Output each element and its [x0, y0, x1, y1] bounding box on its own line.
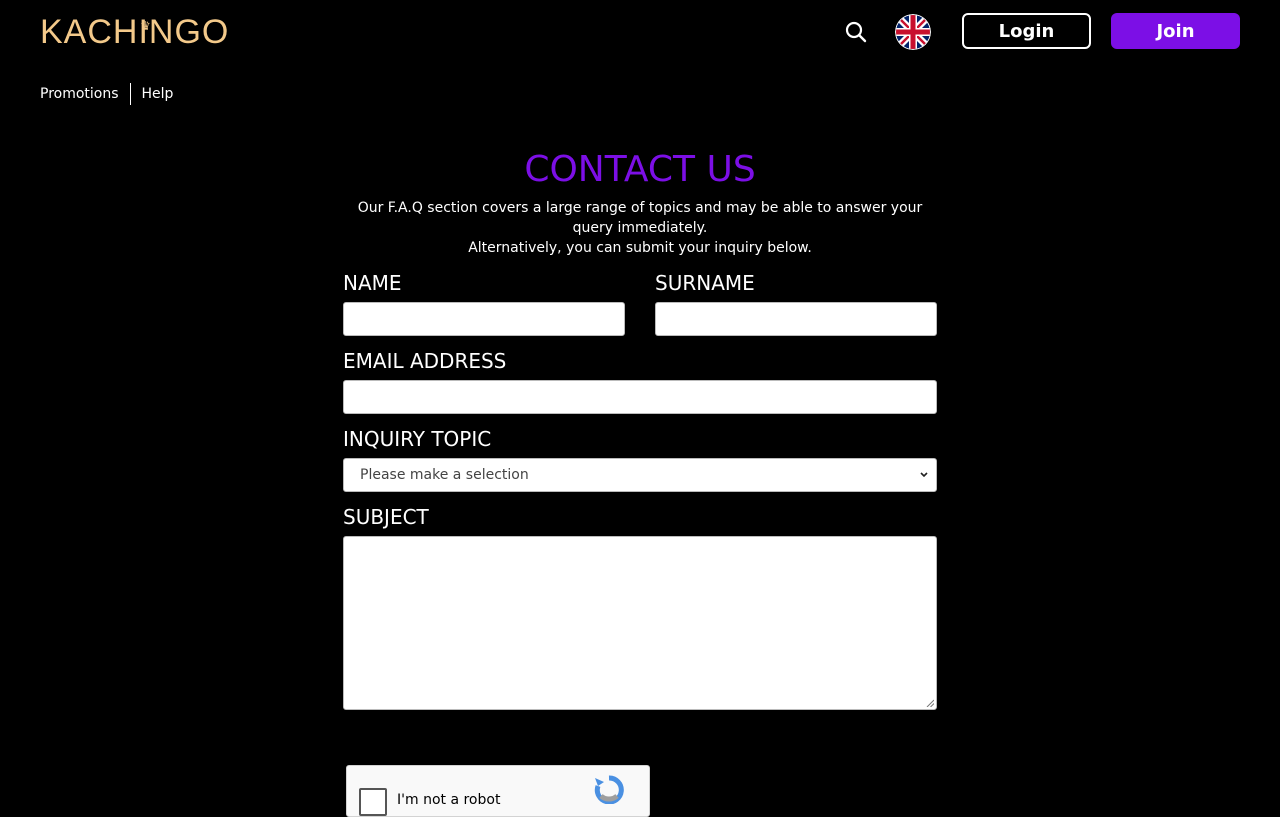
- nav-item-help[interactable]: Help: [142, 86, 174, 102]
- brand-name: KACHINGO: [40, 13, 230, 51]
- subject-label: SUBJECT: [343, 505, 429, 529]
- nav-divider: [129, 83, 131, 105]
- brand-logo[interactable]: KACHINGO ♛: [40, 12, 229, 52]
- language-selector[interactable]: [895, 14, 931, 50]
- login-button[interactable]: Login: [962, 13, 1091, 49]
- topic-label: INQUIRY TOPIC: [343, 427, 492, 451]
- uk-flag-icon: [895, 14, 931, 50]
- page-title: CONTACT US: [524, 149, 756, 190]
- topic-field-group: INQUIRY TOPIC Please make a selection: [343, 426, 937, 492]
- email-input[interactable]: [343, 380, 937, 414]
- email-field-group: EMAIL ADDRESS: [343, 348, 937, 414]
- sub-navigation: Promotions Help: [40, 83, 174, 105]
- subject-textarea[interactable]: [343, 536, 937, 710]
- join-button[interactable]: Join: [1111, 13, 1240, 49]
- surname-input[interactable]: [655, 302, 937, 336]
- nav-item-promotions[interactable]: Promotions: [40, 86, 119, 102]
- topic-select[interactable]: Please make a selection: [343, 458, 937, 492]
- surname-field-group: SURNAME: [655, 270, 937, 336]
- resize-handle-icon[interactable]: [926, 699, 934, 707]
- subject-field-group: SUBJECT: [343, 504, 937, 710]
- name-field-group: NAME: [343, 270, 625, 336]
- intro-line-1: Our F.A.Q section covers a large range o…: [357, 200, 923, 236]
- name-input[interactable]: [343, 302, 625, 336]
- chevron-down-icon: [920, 472, 928, 478]
- email-label: EMAIL ADDRESS: [343, 349, 507, 373]
- contact-form-section: CONTACT US Our F.A.Q section covers a la…: [343, 148, 937, 710]
- intro-line-2: Alternatively, you can submit your inqui…: [468, 240, 812, 256]
- recaptcha-widget: I'm not a robot: [346, 765, 650, 817]
- search-button[interactable]: [842, 18, 870, 46]
- name-label: NAME: [343, 271, 402, 295]
- recaptcha-label: I'm not a robot: [397, 792, 501, 808]
- topic-select-value: Please make a selection: [343, 458, 937, 492]
- recaptcha-checkbox[interactable]: [359, 788, 387, 816]
- intro-text: Our F.A.Q section covers a large range o…: [343, 198, 937, 258]
- site-header: KACHINGO ♛ Login Join: [0, 0, 1280, 64]
- crown-icon: ♛: [140, 19, 152, 33]
- surname-label: SURNAME: [655, 271, 755, 295]
- search-icon: [845, 21, 867, 43]
